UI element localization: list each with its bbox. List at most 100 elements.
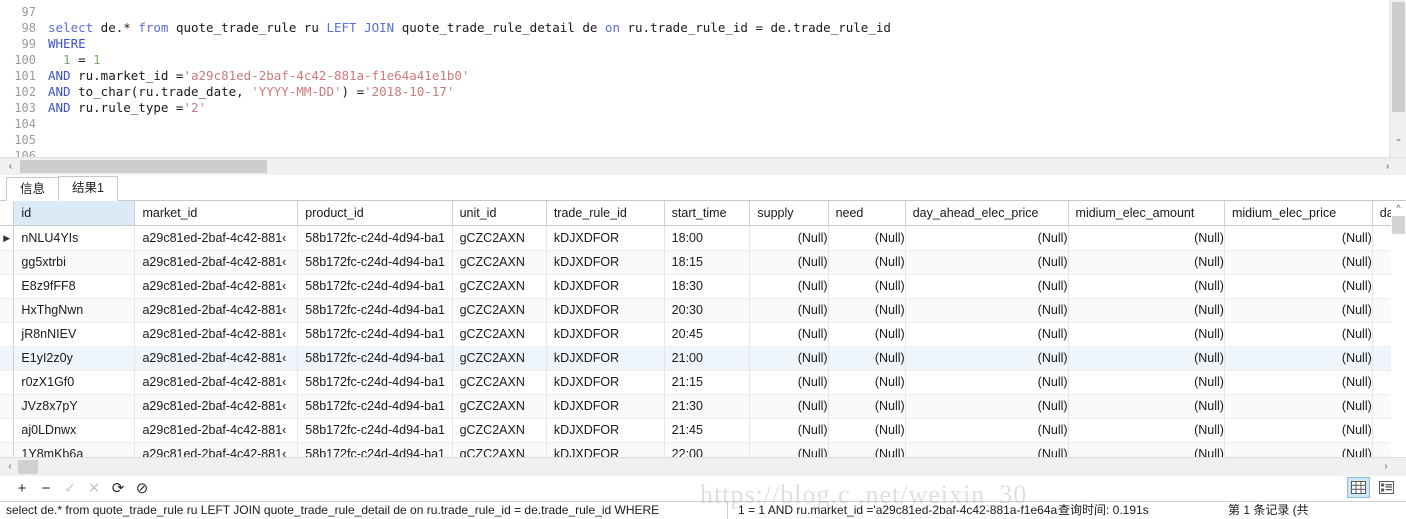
cell-start_time[interactable]: 20:30 (664, 298, 750, 322)
grid-vertical-scrollbar[interactable]: ^ (1391, 201, 1406, 457)
cell-supply[interactable]: (Null) (750, 394, 828, 418)
code-line[interactable] (48, 148, 1406, 157)
cell-day_ahead_elec_price[interactable]: (Null) (905, 346, 1068, 370)
tab-info[interactable]: 信息 (6, 177, 59, 201)
cell-market_id[interactable]: a29c81ed-2baf-4c42-881‹ (135, 418, 298, 442)
row-marker-cell[interactable]: ▶ (0, 225, 14, 250)
cell-supply[interactable]: (Null) (750, 442, 828, 457)
cell-id[interactable]: E8z9fFF8 (14, 274, 135, 298)
editor-vertical-scrollbar[interactable]: ⌄ (1389, 0, 1406, 157)
cell-supply[interactable]: (Null) (750, 346, 828, 370)
cell-market_id[interactable]: a29c81ed-2baf-4c42-881‹ (135, 370, 298, 394)
row-marker-cell[interactable] (0, 418, 14, 442)
cell-unit_id[interactable]: gCZC2AXN (452, 274, 546, 298)
cell-day_ahead_elec_price[interactable]: (Null) (905, 250, 1068, 274)
code-line[interactable] (48, 116, 1406, 132)
table-row[interactable]: E8z9fFF8a29c81ed-2baf-4c42-881‹58b172fc-… (0, 274, 1406, 298)
cell-unit_id[interactable]: gCZC2AXN (452, 418, 546, 442)
cell-id[interactable]: nNLU4YIs (14, 225, 135, 250)
cell-need[interactable]: (Null) (828, 274, 905, 298)
cell-trade_rule_id[interactable]: kDJXDFOR (546, 370, 664, 394)
sql-editor[interactable]: 979899100101102103104105106 select de.* … (0, 0, 1406, 157)
grid-hscroll-thumb[interactable] (18, 460, 38, 474)
code-line[interactable]: AND to_char(ru.trade_date, 'YYYY-MM-DD')… (48, 84, 1406, 100)
table-row[interactable]: jR8nNIEVa29c81ed-2baf-4c42-881‹58b172fc-… (0, 322, 1406, 346)
table-row[interactable]: E1yI2z0ya29c81ed-2baf-4c42-881‹58b172fc-… (0, 346, 1406, 370)
cell-product_id[interactable]: 58b172fc-c24d-4d94-ba1 (298, 322, 452, 346)
cell-midium_elec_amount[interactable]: (Null) (1068, 322, 1224, 346)
table-row[interactable]: aj0LDnwxa29c81ed-2baf-4c42-881‹58b172fc-… (0, 418, 1406, 442)
cell-need[interactable]: (Null) (828, 346, 905, 370)
cell-midium_elec_amount[interactable]: (Null) (1068, 225, 1224, 250)
cell-trade_rule_id[interactable]: kDJXDFOR (546, 225, 664, 250)
cell-unit_id[interactable]: gCZC2AXN (452, 225, 546, 250)
cell-unit_id[interactable]: gCZC2AXN (452, 346, 546, 370)
cell-day_ahead_elec_price[interactable]: (Null) (905, 442, 1068, 457)
refresh-button[interactable]: ⟳ (106, 478, 130, 500)
cell-day_ahead_elec_price[interactable]: (Null) (905, 418, 1068, 442)
table-row[interactable]: HxThgNwna29c81ed-2baf-4c42-881‹58b172fc-… (0, 298, 1406, 322)
column-header-unit_id[interactable]: unit_id (452, 201, 546, 225)
code-line[interactable]: select de.* from quote_trade_rule ru LEF… (48, 20, 1406, 36)
cell-id[interactable]: HxThgNwn (14, 298, 135, 322)
cell-market_id[interactable]: a29c81ed-2baf-4c42-881‹ (135, 322, 298, 346)
cell-midium_elec_price[interactable]: (Null) (1224, 250, 1372, 274)
column-header-id[interactable]: id (14, 201, 135, 225)
cell-product_id[interactable]: 58b172fc-c24d-4d94-ba1 (298, 346, 452, 370)
row-marker-cell[interactable] (0, 274, 14, 298)
form-view-button[interactable] (1375, 477, 1398, 498)
row-marker-cell[interactable] (0, 250, 14, 274)
code-line[interactable]: AND ru.market_id ='a29c81ed-2baf-4c42-88… (48, 68, 1406, 84)
cell-midium_elec_price[interactable]: (Null) (1224, 418, 1372, 442)
result-grid[interactable]: idmarket_idproduct_idunit_idtrade_rule_i… (0, 201, 1406, 457)
cell-id[interactable]: r0zX1Gf0 (14, 370, 135, 394)
cell-trade_rule_id[interactable]: kDJXDFOR (546, 418, 664, 442)
cell-supply[interactable]: (Null) (750, 274, 828, 298)
cell-midium_elec_amount[interactable]: (Null) (1068, 418, 1224, 442)
cell-midium_elec_amount[interactable]: (Null) (1068, 346, 1224, 370)
row-marker-cell[interactable] (0, 442, 14, 457)
editor-scroll-left-arrow-icon[interactable]: ‹ (2, 158, 19, 175)
cell-unit_id[interactable]: gCZC2AXN (452, 442, 546, 457)
cell-market_id[interactable]: a29c81ed-2baf-4c42-881‹ (135, 442, 298, 457)
cell-trade_rule_id[interactable]: kDJXDFOR (546, 274, 664, 298)
cell-midium_elec_price[interactable]: (Null) (1224, 442, 1372, 457)
cell-midium_elec_amount[interactable]: (Null) (1068, 250, 1224, 274)
table-row[interactable]: gg5xtrbia29c81ed-2baf-4c42-881‹58b172fc-… (0, 250, 1406, 274)
cell-day_ahead_elec_price[interactable]: (Null) (905, 370, 1068, 394)
cell-midium_elec_amount[interactable]: (Null) (1068, 298, 1224, 322)
cell-day_ahead_elec_price[interactable]: (Null) (905, 394, 1068, 418)
editor-scroll-right-arrow-icon[interactable]: › (1379, 158, 1396, 175)
row-marker-cell[interactable] (0, 298, 14, 322)
cell-day_ahead_elec_price[interactable]: (Null) (905, 225, 1068, 250)
cell-market_id[interactable]: a29c81ed-2baf-4c42-881‹ (135, 274, 298, 298)
cell-midium_elec_price[interactable]: (Null) (1224, 225, 1372, 250)
cell-product_id[interactable]: 58b172fc-c24d-4d94-ba1 (298, 442, 452, 457)
cell-start_time[interactable]: 18:15 (664, 250, 750, 274)
cell-market_id[interactable]: a29c81ed-2baf-4c42-881‹ (135, 298, 298, 322)
cell-unit_id[interactable]: gCZC2AXN (452, 298, 546, 322)
cell-unit_id[interactable]: gCZC2AXN (452, 394, 546, 418)
cell-need[interactable]: (Null) (828, 394, 905, 418)
column-header-midium_elec_price[interactable]: midium_elec_price (1224, 201, 1372, 225)
cell-supply[interactable]: (Null) (750, 225, 828, 250)
cell-unit_id[interactable]: gCZC2AXN (452, 322, 546, 346)
column-header-supply[interactable]: supply (750, 201, 828, 225)
cell-need[interactable]: (Null) (828, 442, 905, 457)
cell-supply[interactable]: (Null) (750, 418, 828, 442)
cell-supply[interactable]: (Null) (750, 370, 828, 394)
cell-product_id[interactable]: 58b172fc-c24d-4d94-ba1 (298, 225, 452, 250)
cell-day_ahead_elec_price[interactable]: (Null) (905, 274, 1068, 298)
cell-midium_elec_price[interactable]: (Null) (1224, 346, 1372, 370)
grid-view-button[interactable] (1347, 477, 1370, 498)
table-row[interactable]: 1Y8mKb6aa29c81ed-2baf-4c42-881‹58b172fc-… (0, 442, 1406, 457)
row-marker-cell[interactable] (0, 370, 14, 394)
delete-record-button[interactable]: − (34, 478, 58, 500)
row-marker-cell[interactable] (0, 346, 14, 370)
cell-start_time[interactable]: 21:00 (664, 346, 750, 370)
cell-midium_elec_amount[interactable]: (Null) (1068, 370, 1224, 394)
column-header-midium_elec_amount[interactable]: midium_elec_amount (1068, 201, 1224, 225)
tab-result[interactable]: 结果1 (58, 176, 118, 201)
cell-trade_rule_id[interactable]: kDJXDFOR (546, 298, 664, 322)
cell-midium_elec_price[interactable]: (Null) (1224, 274, 1372, 298)
